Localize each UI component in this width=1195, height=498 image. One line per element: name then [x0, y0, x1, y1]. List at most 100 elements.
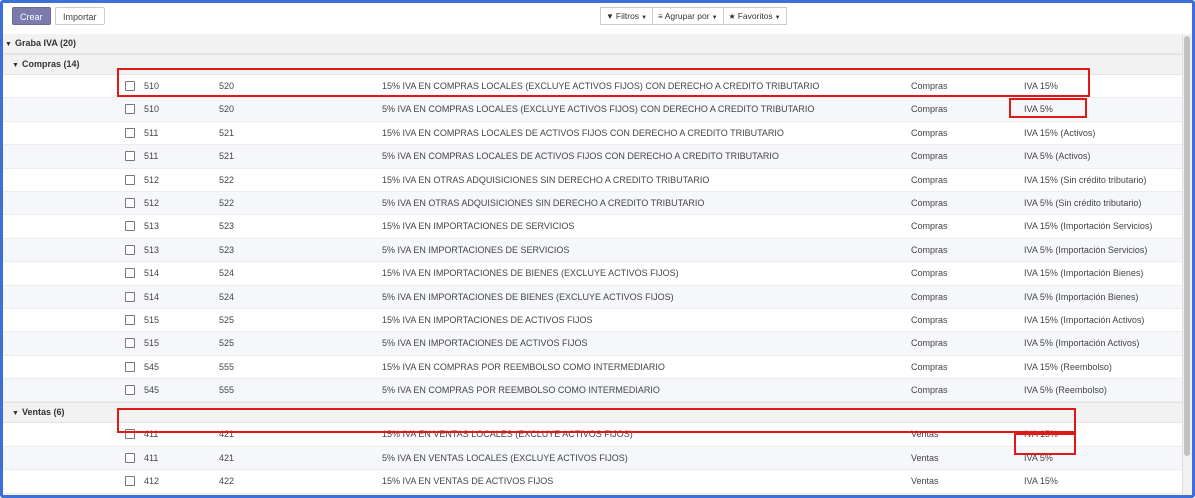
tax-code-cell: 512 — [144, 197, 160, 208]
tax-name-cell: IVA 5% (Importación Activos) — [1024, 338, 1140, 349]
star-icon: ★ — [728, 12, 736, 21]
type-cell: Compras — [911, 314, 948, 325]
type-cell: Compras — [911, 385, 948, 396]
description-cell: 5% IVA EN IMPORTACIONES DE ACTIVOS FIJOS — [382, 338, 588, 349]
type-cell: Compras — [911, 338, 948, 349]
table-row[interactable]: 514 524 5% IVA EN IMPORTACIONES DE BIENES … — [3, 285, 1183, 309]
type-cell: Compras — [911, 197, 948, 208]
tax-code-cell: 545 — [144, 361, 160, 372]
row-checkbox[interactable] — [125, 127, 135, 138]
tax-code-2-cell: 520 — [219, 104, 235, 115]
tax-code-2-cell: 421 — [219, 452, 235, 463]
table-row[interactable]: 510 520 15% IVA EN COMPRAS LOCALES (EXCLUY… — [3, 75, 1183, 99]
table-row[interactable]: 515 525 5% IVA EN IMPORTACIONES DE ACTIVOS… — [3, 332, 1183, 356]
tax-code-2-cell: 421 — [219, 429, 235, 440]
compras-rows: 510 520 15% IVA EN COMPRAS LOCALES (EXCLUY… — [3, 75, 1183, 403]
table-row[interactable]: 411 421 5% IVA EN VENTAS LOCALES (EXCLUYE … — [3, 446, 1183, 471]
groupby-button[interactable]: ≡ Agrupar por ▼ — [652, 7, 724, 25]
tax-code-2-cell: 521 — [219, 127, 235, 138]
group-header-compras[interactable]: ▼ Compras (14) — [3, 54, 1183, 75]
table-row[interactable]: 514 524 15% IVA EN IMPORTACIONES DE BIENES… — [3, 262, 1183, 286]
table-row[interactable]: 511 521 15% IVA EN COMPRAS LOCALES DE ACTI… — [3, 121, 1183, 146]
tax-code-cell: 513 — [144, 221, 160, 232]
tax-code-cell: 513 — [144, 244, 160, 255]
type-cell: Compras — [911, 361, 948, 372]
caret-down-icon: ▼ — [12, 410, 19, 418]
tax-name-cell: IVA 15% (Reembolso) — [1024, 361, 1112, 372]
scrollbar-thumb[interactable] — [1184, 36, 1190, 456]
table-row[interactable]: 412 422 15% IVA EN VENTAS DE ACTIVOS FIJOS… — [3, 470, 1183, 494]
tax-code-2-cell: 523 — [219, 221, 235, 232]
ventas-rows: 411 421 15% IVA EN VENTAS LOCALES (EXCLUYE… — [3, 423, 1183, 495]
row-checkbox[interactable] — [125, 104, 135, 115]
row-checkbox[interactable] — [125, 244, 135, 255]
tax-code-cell: 545 — [144, 385, 160, 396]
group-header-graba-iva[interactable]: ▼ Graba IVA (20) — [3, 34, 1183, 54]
caret-down-icon: ▼ — [774, 15, 781, 21]
tax-code-2-cell: 525 — [219, 314, 235, 325]
row-checkbox[interactable] — [125, 476, 135, 487]
type-cell: Compras — [911, 127, 948, 138]
caret-down-icon: ▼ — [711, 15, 718, 21]
table-row[interactable]: 512 522 5% IVA EN OTRAS ADQUISICIONES SIN … — [3, 191, 1183, 216]
table-row[interactable]: 545 555 15% IVA EN COMPRAS POR REEMBOLSO C… — [3, 355, 1183, 380]
tax-name-cell: IVA 5% — [1024, 452, 1053, 463]
tax-name-cell: IVA 5% (Activos) — [1024, 151, 1091, 162]
description-cell: 15% IVA EN IMPORTACIONES DE ACTIVOS FIJO… — [382, 314, 593, 325]
filters-button[interactable]: ▼ Filtros ▼ — [600, 7, 654, 25]
table-row[interactable]: 545 555 5% IVA EN COMPRAS POR REEMBOLSO CO… — [3, 379, 1183, 403]
table-row[interactable]: 510 520 5% IVA EN COMPRAS LOCALES (EXCLUYE… — [3, 98, 1183, 122]
tax-code-cell: 511 — [144, 127, 159, 138]
table-row[interactable]: 513 523 5% IVA EN IMPORTACIONES DE SERVICI… — [3, 238, 1183, 263]
tax-name-cell: IVA 15% — [1024, 81, 1058, 91]
tax-code-2-cell: 422 — [219, 494, 234, 495]
type-cell: Compras — [911, 268, 948, 279]
description-cell: 15% IVA EN IMPORTACIONES DE SERVICIOS — [382, 221, 575, 232]
type-cell: Compras — [911, 81, 948, 91]
import-button[interactable]: Importar — [55, 7, 105, 25]
description-cell: 15% IVA EN COMPRAS LOCALES (EXCLUYE ACTI… — [382, 81, 820, 91]
tax-code-2-cell: 522 — [219, 197, 235, 208]
table-row[interactable]: 512 522 15% IVA EN OTRAS ADQUISICIONES SIN… — [3, 168, 1183, 192]
row-checkbox[interactable] — [125, 174, 135, 185]
row-checkbox[interactable] — [125, 385, 135, 396]
row-checkbox[interactable] — [125, 452, 135, 463]
tax-code-cell: 515 — [144, 314, 160, 325]
table-row[interactable]: 513 523 15% IVA EN IMPORTACIONES DE SERVIC… — [3, 215, 1183, 239]
tax-name-cell: IVA 5% (Sin crédito tributario) — [1024, 197, 1142, 208]
tax-name-cell: IVA 5% (Reembolso) — [1024, 385, 1107, 396]
table-row[interactable]: 411 421 15% IVA EN VENTAS LOCALES (EXCLUYE… — [3, 423, 1183, 447]
row-checkbox[interactable] — [125, 268, 135, 279]
type-cell: Compras — [911, 104, 948, 115]
description-cell: 5% IVA EN VENTAS LOCALES (EXCLUYE ACTIVO… — [382, 452, 628, 463]
table-row[interactable]: 515 525 15% IVA EN IMPORTACIONES DE ACTIVO… — [3, 308, 1183, 333]
control-panel: Crear Importar ▼ Filtros ▼ ≡ Agrupar por ▼ ★… — [3, 3, 1192, 35]
favorites-button[interactable]: ★ Favoritos ▼ — [722, 7, 787, 25]
vertical-scrollbar[interactable] — [1182, 34, 1192, 495]
row-checkbox[interactable] — [125, 221, 135, 232]
table-row[interactable]: 412 422 5% IVA EN VENTAS DE ACTIVOS FIJOS V… — [3, 493, 1183, 495]
row-checkbox[interactable] — [125, 314, 135, 325]
tax-name-cell: IVA 15% (Importación Activos) — [1024, 314, 1145, 325]
row-checkbox[interactable] — [125, 338, 135, 349]
row-checkbox[interactable] — [125, 197, 135, 208]
group-header-ventas[interactable]: ▼ Ventas (6) — [3, 402, 1183, 424]
list-icon: ≡ — [658, 12, 663, 21]
tax-name-cell: IVA 5% (Importación Bienes) — [1024, 291, 1139, 302]
description-cell: 15% IVA EN VENTAS LOCALES (EXCLUYE ACTIV… — [382, 429, 633, 440]
tax-name-cell: IVA 5% — [1024, 494, 1053, 495]
tax-code-2-cell: 520 — [219, 81, 235, 91]
row-checkbox[interactable] — [125, 291, 135, 302]
row-checkbox[interactable] — [125, 361, 135, 372]
create-button[interactable]: Crear — [12, 7, 51, 25]
tax-code-cell: 511 — [144, 151, 159, 162]
tax-code-2-cell: 422 — [219, 476, 235, 487]
row-checkbox[interactable] — [125, 429, 135, 440]
search-options: ▼ Filtros ▼ ≡ Agrupar por ▼ ★ Favoritos ▼ — [600, 7, 787, 25]
description-cell: 15% IVA EN COMPRAS POR REEMBOLSO COMO IN… — [382, 361, 665, 372]
row-checkbox[interactable] — [125, 81, 135, 91]
row-checkbox[interactable] — [125, 151, 135, 162]
table-row[interactable]: 511 521 5% IVA EN COMPRAS LOCALES DE ACTIV… — [3, 145, 1183, 169]
description-cell: 15% IVA EN OTRAS ADQUISICIONES SIN DEREC… — [382, 174, 710, 185]
tax-code-cell: 510 — [144, 104, 160, 115]
